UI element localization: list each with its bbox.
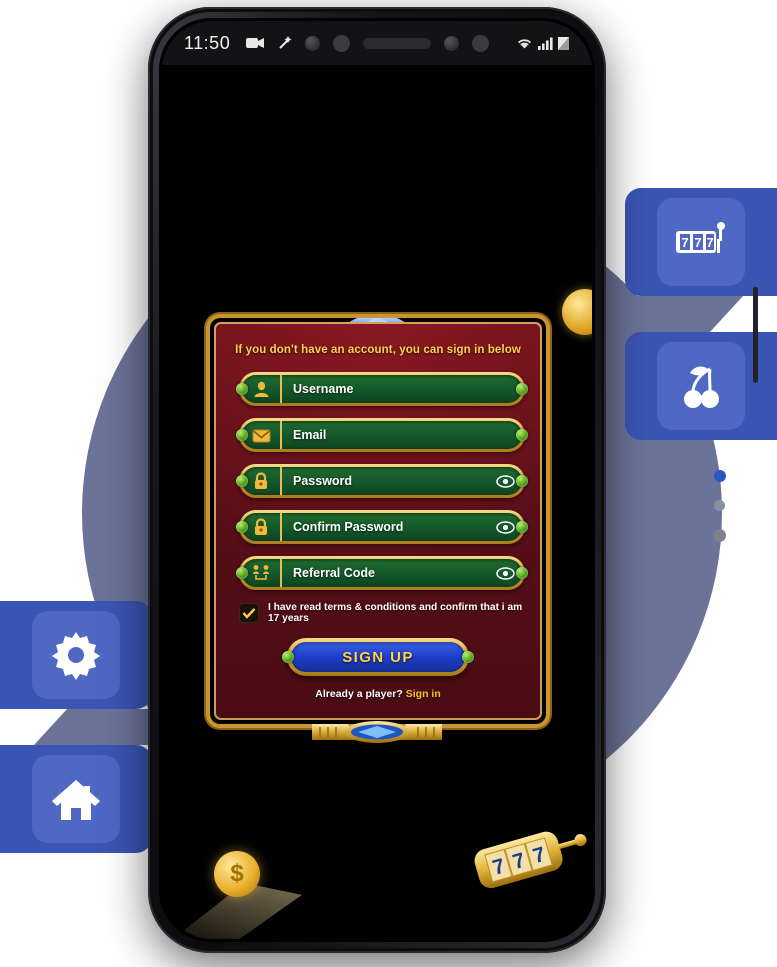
badge-connector-left — [34, 709, 152, 745]
panel-title: If you don't have an account, you can si… — [235, 344, 521, 356]
signup-fields: Username Email Password Confirm Password… — [236, 372, 528, 602]
svg-text:7: 7 — [681, 235, 688, 250]
phone-button-volume-up[interactable] — [292, 237, 297, 303]
field-referral-code[interactable]: Referral Code — [236, 556, 528, 590]
signup-panel: If you don't have an account, you can si… — [210, 318, 546, 724]
home-badge-inner — [32, 755, 120, 843]
green-gem-right — [516, 567, 528, 579]
white-diamond — [200, 241, 259, 289]
pagination-dot-active[interactable] — [713, 470, 726, 482]
field-referral-code-label: Referral Code — [293, 566, 375, 580]
signup-button-wrap: SIGN UP — [282, 638, 474, 676]
field-password[interactable]: Password — [236, 464, 528, 498]
lock-icon — [242, 513, 282, 541]
signin-link[interactable]: Sign in — [406, 688, 441, 700]
front-camera-icon — [305, 35, 321, 51]
green-gem-left — [236, 521, 248, 533]
field-confirm-password-inner[interactable]: Confirm Password — [242, 513, 522, 541]
phone-device: $ 7 7 7 If you don't have an account, yo… — [148, 7, 758, 953]
home-icon — [50, 775, 102, 823]
battery-icon — [558, 36, 570, 51]
green-gem-right — [516, 475, 528, 487]
svg-text:7: 7 — [694, 235, 701, 250]
field-email-inner[interactable]: Email — [242, 421, 522, 449]
sparkle — [338, 296, 342, 300]
status-bar-middle — [246, 34, 490, 52]
green-gem-left — [236, 475, 248, 487]
phone-screen: $ 7 7 7 If you don't have an account, yo… — [162, 21, 592, 939]
status-bar-time: 11:50 — [184, 32, 231, 53]
field-username[interactable]: Username — [236, 372, 528, 406]
wifi-icon — [516, 37, 533, 50]
signal-bars-icon — [538, 37, 553, 50]
phone-button-silent[interactable] — [292, 182, 297, 222]
green-gem-left — [282, 651, 294, 663]
green-gem-left — [236, 567, 248, 579]
sparkle — [398, 232, 401, 235]
green-gem-right — [516, 429, 528, 441]
slot-777-badge[interactable]: 7 7 7 — [625, 188, 777, 296]
phone-button-power[interactable] — [753, 287, 758, 383]
status-bar-left: 11:50 — [184, 33, 230, 54]
gear-icon — [50, 629, 102, 681]
green-gem-left — [236, 429, 248, 441]
signup-button[interactable]: SIGN UP — [282, 638, 474, 676]
signup-button-label: SIGN UP — [342, 648, 414, 666]
sparkle — [385, 828, 388, 831]
sparkle — [325, 792, 329, 796]
signin-footer: Already a player? Sign in — [214, 688, 542, 700]
screenshot-root: 7 7 7 $ 7 7 7 If you don't have an accou… — [0, 0, 777, 967]
777-slot-machine: 7 7 7 — [462, 821, 590, 899]
field-username-inner[interactable]: Username — [242, 375, 522, 403]
green-gem-left — [236, 383, 248, 395]
signin-footer-prefix: Already a player? — [315, 688, 406, 700]
svg-text:7: 7 — [706, 235, 713, 250]
cherry-badge-inner — [657, 342, 745, 430]
magic-wand-icon — [277, 35, 292, 51]
signup-button-inner[interactable]: SIGN UP — [291, 642, 465, 672]
gold-coin-right — [562, 289, 592, 335]
green-gem-right — [516, 383, 528, 395]
status-bar: 11:50 — [162, 21, 592, 65]
status-bar-right — [516, 36, 570, 51]
badge-connector-right — [625, 296, 743, 332]
field-email-label: Email — [293, 428, 327, 442]
sparkle — [368, 186, 371, 189]
referral-icon — [242, 559, 282, 587]
speaker-grille — [363, 37, 432, 49]
terms-row[interactable]: I have read terms & conditions and confi… — [239, 602, 529, 624]
slot-777-icon: 7 7 7 — [674, 219, 728, 265]
terms-checkbox[interactable] — [239, 603, 259, 623]
pagination-dots[interactable] — [713, 470, 726, 542]
check-icon — [242, 607, 256, 619]
settings-badge[interactable] — [0, 601, 152, 709]
field-password-inner[interactable]: Password — [242, 467, 522, 495]
lock-icon — [242, 467, 282, 495]
green-gem-right — [462, 651, 474, 663]
user-icon — [242, 375, 282, 403]
gold-coin-bottom: $ — [214, 851, 260, 897]
sensor-dot — [333, 34, 351, 52]
green-gem-right — [516, 521, 528, 533]
sparkle — [463, 727, 466, 731]
field-username-label: Username — [293, 382, 354, 396]
gold-gem-ornament — [312, 718, 442, 748]
pagination-dot[interactable] — [713, 529, 726, 542]
terms-label: I have read terms & conditions and confi… — [268, 602, 523, 624]
camera-dot — [444, 35, 460, 51]
field-password-label: Password — [293, 474, 353, 488]
settings-badge-inner — [32, 611, 120, 699]
cherry-icon — [676, 361, 726, 411]
home-badge[interactable] — [0, 745, 152, 853]
pagination-dot[interactable] — [714, 500, 725, 511]
envelope-icon — [242, 421, 282, 449]
field-confirm-password[interactable]: Confirm Password — [236, 510, 528, 544]
field-email[interactable]: Email — [236, 418, 528, 452]
slot-777-badge-inner: 7 7 7 — [657, 198, 745, 286]
field-referral-code-inner[interactable]: Referral Code — [242, 559, 522, 587]
video-camera-icon — [246, 37, 265, 49]
proximity-sensor — [472, 34, 490, 52]
field-confirm-password-label: Confirm Password — [293, 520, 404, 534]
